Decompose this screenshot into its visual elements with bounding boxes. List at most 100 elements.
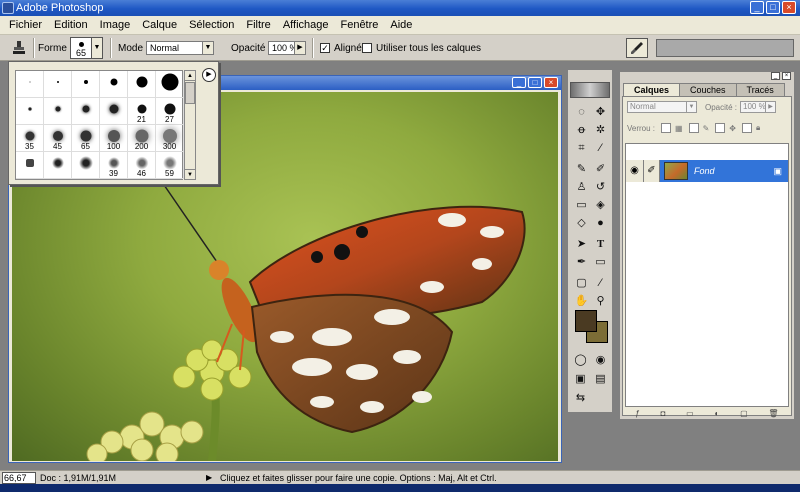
brush-preset[interactable]	[128, 71, 156, 98]
zoom-field[interactable]: 66,67 %	[2, 472, 36, 492]
document-info[interactable]: Doc : 1,91M/1,91M	[40, 471, 116, 485]
blend-mode-select[interactable]: Normal ▼	[627, 101, 697, 113]
color-swatches[interactable]	[575, 310, 615, 346]
shape-tool-icon[interactable]: ▭	[592, 254, 609, 271]
close-button[interactable]: ×	[782, 1, 796, 14]
brush-preset[interactable]	[44, 71, 72, 98]
brush-preset[interactable]	[72, 98, 100, 125]
notes-tool-icon[interactable]: ▢	[573, 275, 590, 292]
brush-dropdown-arrow[interactable]: ▼	[92, 37, 103, 59]
brush-preset[interactable]	[72, 152, 100, 179]
foreground-color-swatch[interactable]	[575, 310, 597, 332]
new-set-icon[interactable]: ▭	[686, 409, 694, 419]
scroll-up-icon[interactable]: ▲	[185, 71, 195, 81]
aligned-checkbox[interactable]: ✓	[320, 43, 330, 53]
palette-minimize-button[interactable]: _	[771, 72, 780, 80]
tool-preset-picker[interactable]	[8, 38, 30, 58]
brush-preset[interactable]	[16, 98, 44, 125]
menu-calque[interactable]: Calque	[136, 16, 183, 35]
eye-icon[interactable]: ◉	[626, 160, 644, 182]
brushes-palette-button[interactable]	[626, 38, 648, 58]
brush-preset-selected[interactable]: 65	[72, 125, 100, 152]
menu-fichier[interactable]: Fichier	[3, 16, 48, 35]
tab-calques[interactable]: Calques	[623, 83, 681, 96]
lasso-tool-icon[interactable]: ꝋ	[573, 122, 590, 139]
brush-preset[interactable]	[16, 71, 44, 98]
scroll-thumb[interactable]	[185, 82, 195, 104]
lock-all-checkbox[interactable]	[741, 123, 752, 133]
brush-preset[interactable]	[100, 71, 128, 98]
healing-brush-tool-icon[interactable]: ✎	[573, 161, 590, 178]
menu-affichage[interactable]: Affichage	[277, 16, 335, 35]
standard-mode-icon[interactable]: ◯	[572, 352, 589, 369]
quick-mask-mode-icon[interactable]: ◉	[592, 352, 609, 369]
layer-style-icon[interactable]: ƒ	[635, 409, 639, 419]
scroll-down-icon[interactable]: ▼	[185, 169, 195, 179]
lock-position-checkbox[interactable]	[715, 123, 726, 133]
menu-fenetre[interactable]: Fenêtre	[334, 16, 384, 35]
menu-filtre[interactable]: Filtre	[240, 16, 276, 35]
type-tool-icon[interactable]: T	[592, 236, 609, 253]
move-tool-icon[interactable]: ✥	[592, 104, 609, 121]
minimize-button[interactable]: _	[750, 1, 764, 14]
brush-scrollbar[interactable]: ▲ ▼	[184, 70, 196, 180]
brush-preset[interactable]	[72, 71, 100, 98]
chevron-right-icon[interactable]: ▶	[294, 42, 305, 54]
lock-pixels-checkbox[interactable]	[688, 123, 699, 133]
opacity-field[interactable]: 100 % ▶	[268, 41, 306, 55]
crop-tool-icon[interactable]: ⌗	[573, 140, 590, 157]
brush-preset[interactable]: 35	[16, 125, 44, 152]
brush-preset[interactable]: 200	[128, 125, 156, 152]
menu-aide[interactable]: Aide	[384, 16, 418, 35]
doc-minimize-button[interactable]: _	[512, 77, 526, 88]
marquee-tool-icon[interactable]: ◌	[573, 104, 590, 121]
adobe-online-button[interactable]	[570, 82, 610, 98]
brush-preset[interactable]: 45	[44, 125, 72, 152]
doc-close-button[interactable]: ×	[544, 77, 558, 88]
brush-preset[interactable]	[44, 98, 72, 125]
doc-maximize-button[interactable]: □	[528, 77, 542, 88]
eraser-tool-icon[interactable]: ▭	[573, 197, 590, 214]
eyedropper-tool-icon[interactable]: ⁄	[592, 275, 609, 292]
trash-icon[interactable]: 🗑︎	[768, 409, 778, 419]
brush-preset[interactable]	[100, 98, 128, 125]
dodge-tool-icon[interactable]: ●	[592, 215, 609, 232]
maximize-button[interactable]: □	[766, 1, 780, 14]
brush-preset[interactable]: 46	[128, 152, 156, 179]
pen-tool-icon[interactable]: ✒	[573, 254, 590, 271]
full-screen-mode-icon[interactable]: ▤	[592, 371, 609, 388]
new-layer-icon[interactable]: ▢	[740, 409, 748, 419]
brush-tool-icon[interactable]: ✐	[592, 161, 609, 178]
slice-tool-icon[interactable]: ⁄	[592, 140, 609, 157]
menu-selection[interactable]: Sélection	[183, 16, 240, 35]
lock-transparency-checkbox[interactable]	[661, 123, 672, 133]
brush-picker-menu-button[interactable]: ▶	[202, 68, 216, 82]
mode-select[interactable]: Normal ▼	[146, 41, 214, 55]
layer-row[interactable]: ◉ ✐ Fond ▣	[626, 160, 788, 182]
magic-wand-tool-icon[interactable]: ✲	[592, 122, 609, 139]
palette-close-button[interactable]: ×	[782, 72, 791, 80]
menu-image[interactable]: Image	[94, 16, 137, 35]
tab-traces[interactable]: Tracés	[735, 83, 785, 96]
brush-preset[interactable]	[156, 71, 184, 98]
adjustment-layer-icon[interactable]: ◐	[714, 409, 719, 419]
path-selection-tool-icon[interactable]: ➤	[573, 236, 590, 253]
layer-mask-icon[interactable]: ◘	[661, 409, 666, 419]
brush-swatch[interactable]: 65	[70, 37, 92, 59]
history-brush-tool-icon[interactable]: ↺	[592, 179, 609, 196]
hand-tool-icon[interactable]: ✋	[573, 293, 590, 310]
chevron-right-icon[interactable]: ▶	[765, 102, 775, 112]
tab-couches[interactable]: Couches	[679, 83, 737, 96]
menu-edition[interactable]: Edition	[48, 16, 94, 35]
blur-tool-icon[interactable]: ◇	[573, 215, 590, 232]
all-layers-checkbox[interactable]	[362, 43, 372, 53]
brush-preset[interactable]: 27	[156, 98, 184, 125]
brush-preset[interactable]	[16, 152, 44, 179]
layer-opacity-field[interactable]: 100 % ▶	[740, 101, 777, 113]
all-layers-option[interactable]: Utiliser tous les calques	[362, 35, 481, 61]
jump-to-imageready-icon[interactable]: ⇆	[572, 390, 589, 407]
brush-preset[interactable]: 21	[128, 98, 156, 125]
aligned-option[interactable]: ✓ Aligné	[320, 35, 362, 61]
brush-preset[interactable]: 59	[156, 152, 184, 179]
brush-preset[interactable]: 39	[100, 152, 128, 179]
